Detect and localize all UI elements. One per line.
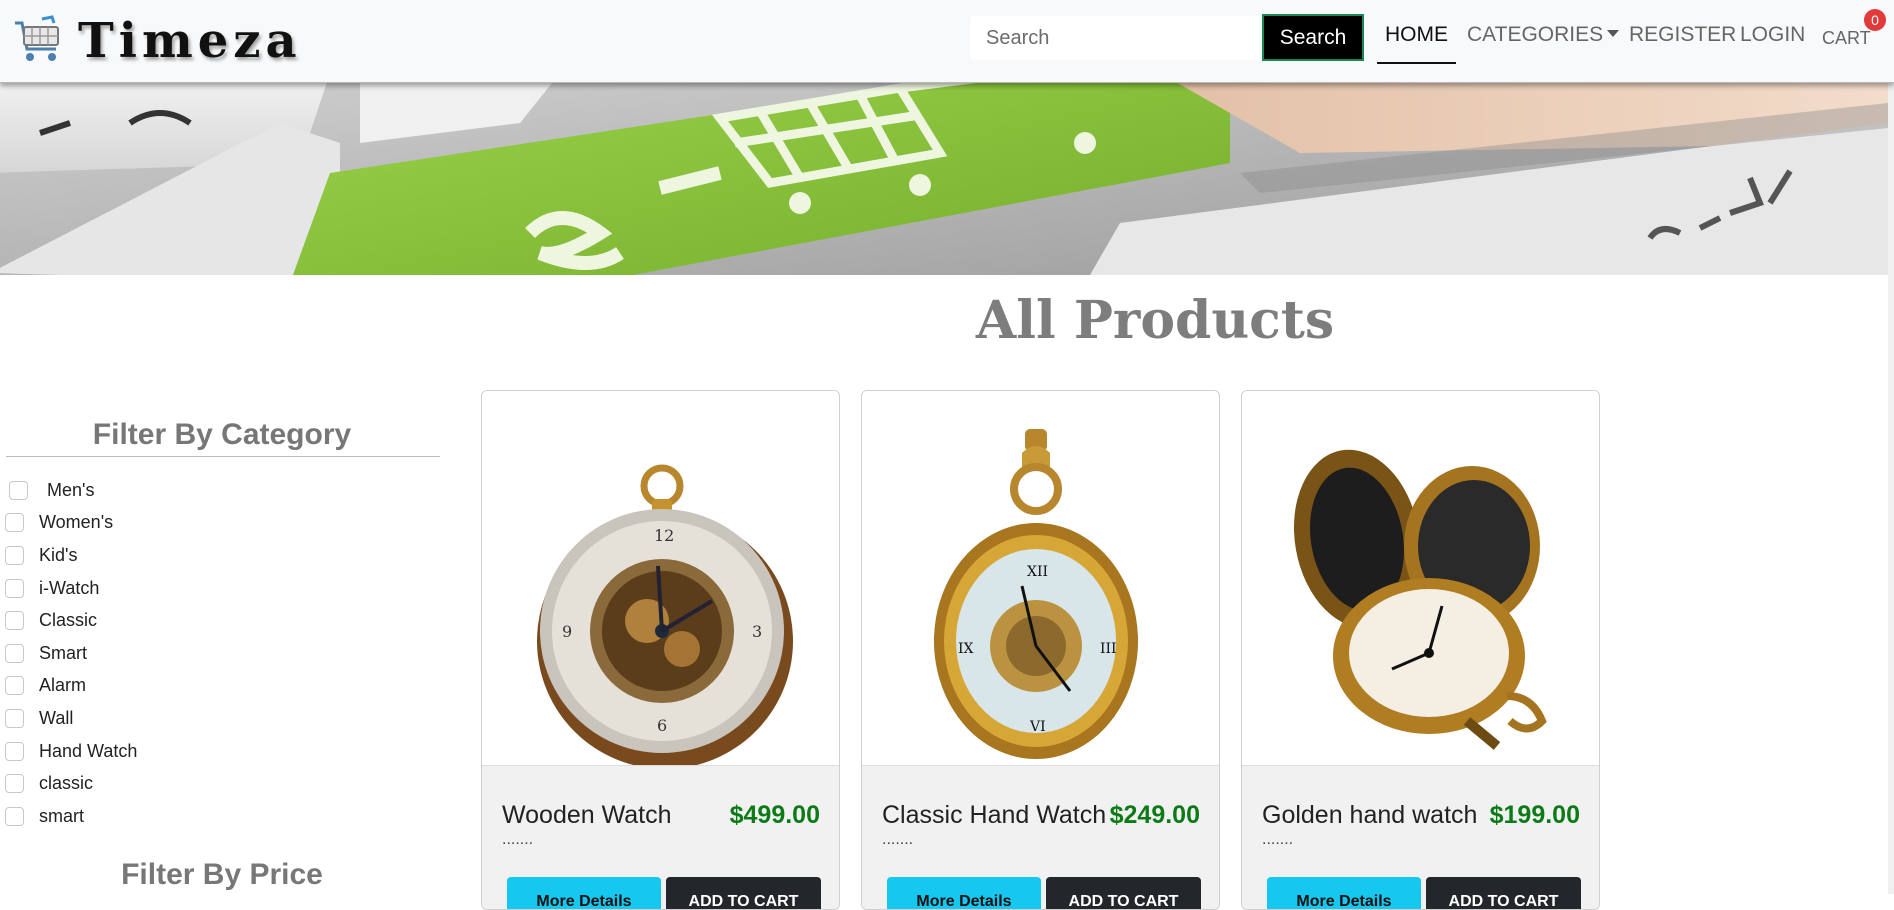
category-label: Hand Watch bbox=[39, 740, 138, 761]
product-price: $499.00 bbox=[729, 801, 820, 829]
category-checkbox-hand-watch[interactable]: Hand Watch bbox=[0, 735, 137, 768]
category-checkbox-smart[interactable]: Smart bbox=[0, 637, 137, 670]
product-price: $249.00 bbox=[1109, 801, 1200, 829]
category-checkbox-iwatch[interactable]: i-Watch bbox=[0, 572, 137, 605]
category-label: Women's bbox=[39, 512, 114, 533]
category-label: Wall bbox=[39, 707, 74, 728]
category-checkbox-wall[interactable]: Wall bbox=[0, 702, 137, 735]
category-label: Men's bbox=[47, 479, 95, 500]
checkbox[interactable] bbox=[5, 611, 24, 631]
svg-text:3: 3 bbox=[752, 622, 762, 641]
pocket-watch-icon: 12 3 6 9 bbox=[537, 464, 793, 769]
nav-home[interactable]: HOME bbox=[1377, 0, 1456, 64]
product-name[interactable]: Golden hand watch bbox=[1262, 801, 1477, 830]
brand[interactable]: Timeza bbox=[12, 8, 302, 74]
filter-category-title: Filter By Category bbox=[92, 418, 352, 451]
product-card: XII III VI IX Classic Hand Watch $249.00… bbox=[861, 390, 1220, 910]
hero-banner bbox=[0, 83, 1888, 275]
category-checkbox-mens[interactable]: Men's bbox=[0, 474, 137, 507]
product-card: 12 3 6 9 Wooden Watch $499.00 ....... Mo… bbox=[481, 390, 840, 910]
product-card: Golden hand watch $199.00 ....... More D… bbox=[1241, 390, 1600, 910]
product-image[interactable]: 12 3 6 9 bbox=[482, 391, 839, 769]
checkbox[interactable] bbox=[5, 708, 24, 728]
category-checkbox-womens[interactable]: Women's bbox=[0, 507, 137, 540]
chevron-down-icon bbox=[1607, 29, 1620, 37]
checkbox[interactable] bbox=[5, 741, 24, 761]
checkbox[interactable] bbox=[5, 545, 24, 565]
checkbox[interactable] bbox=[5, 643, 24, 663]
category-checkbox-classic-lower[interactable]: classic bbox=[0, 767, 137, 800]
category-label: i-Watch bbox=[39, 577, 100, 598]
pocket-watch-icon: XII III VI IX bbox=[934, 429, 1138, 759]
nav-register[interactable]: REGISTER bbox=[1629, 0, 1736, 64]
category-label: Classic bbox=[39, 610, 98, 631]
svg-text:6: 6 bbox=[657, 716, 667, 735]
category-label: smart bbox=[39, 805, 84, 826]
product-image[interactable]: XII III VI IX bbox=[862, 391, 1219, 765]
category-label: Kid's bbox=[39, 544, 78, 565]
category-label: classic bbox=[39, 773, 94, 794]
navbar: Timeza Search HOME CATEGORIES REGISTER L… bbox=[0, 0, 1894, 83]
product-description: ....... bbox=[502, 831, 534, 848]
category-checkbox-alarm[interactable]: Alarm bbox=[0, 670, 137, 703]
product-description: ....... bbox=[1262, 831, 1294, 848]
shopping-cart-icon bbox=[15, 15, 59, 61]
cart-count-badge: 0 bbox=[1864, 9, 1886, 31]
svg-text:XII: XII bbox=[1027, 564, 1048, 580]
scrollbar[interactable] bbox=[1888, 83, 1894, 894]
category-checkbox-smart-lower[interactable]: smart bbox=[0, 800, 137, 833]
divider bbox=[6, 456, 440, 457]
brand-name: Timeza bbox=[78, 13, 302, 69]
product-name[interactable]: Classic Hand Watch bbox=[882, 801, 1106, 830]
checkbox[interactable] bbox=[9, 480, 28, 500]
nav-login[interactable]: LOGIN bbox=[1740, 0, 1805, 64]
page-title: All Products bbox=[975, 290, 1335, 351]
pocket-watch-icon bbox=[1293, 449, 1547, 750]
search-button[interactable]: Search bbox=[1262, 14, 1364, 61]
svg-text:12: 12 bbox=[654, 526, 674, 545]
checkbox[interactable] bbox=[5, 676, 24, 696]
category-filter-list: Men's Women's Kid's i-Watch Classic Smar… bbox=[0, 474, 137, 833]
category-checkbox-kids[interactable]: Kid's bbox=[0, 539, 137, 572]
search-input[interactable] bbox=[970, 16, 1260, 60]
product-name[interactable]: Wooden Watch bbox=[502, 801, 672, 830]
category-label: Smart bbox=[39, 642, 88, 663]
svg-text:IX: IX bbox=[958, 641, 974, 657]
product-description: ....... bbox=[882, 831, 914, 848]
banner-image bbox=[0, 83, 1888, 275]
nav-categories-dropdown[interactable]: CATEGORIES bbox=[1467, 0, 1620, 64]
svg-text:9: 9 bbox=[562, 622, 572, 641]
checkbox[interactable] bbox=[5, 578, 24, 598]
nav-cart[interactable]: CART bbox=[1822, 3, 1871, 67]
checkbox[interactable] bbox=[5, 806, 24, 826]
nav-categories-label: CATEGORIES bbox=[1467, 23, 1604, 46]
category-label: Alarm bbox=[39, 675, 87, 696]
checkbox[interactable] bbox=[5, 513, 24, 533]
product-price: $199.00 bbox=[1489, 801, 1580, 829]
svg-text:III: III bbox=[1100, 641, 1117, 657]
filter-price-title: Filter By Price bbox=[121, 858, 323, 891]
svg-text:VI: VI bbox=[1029, 719, 1046, 735]
category-checkbox-classic[interactable]: Classic bbox=[0, 604, 137, 637]
product-image[interactable] bbox=[1242, 391, 1599, 765]
checkbox[interactable] bbox=[5, 774, 24, 794]
